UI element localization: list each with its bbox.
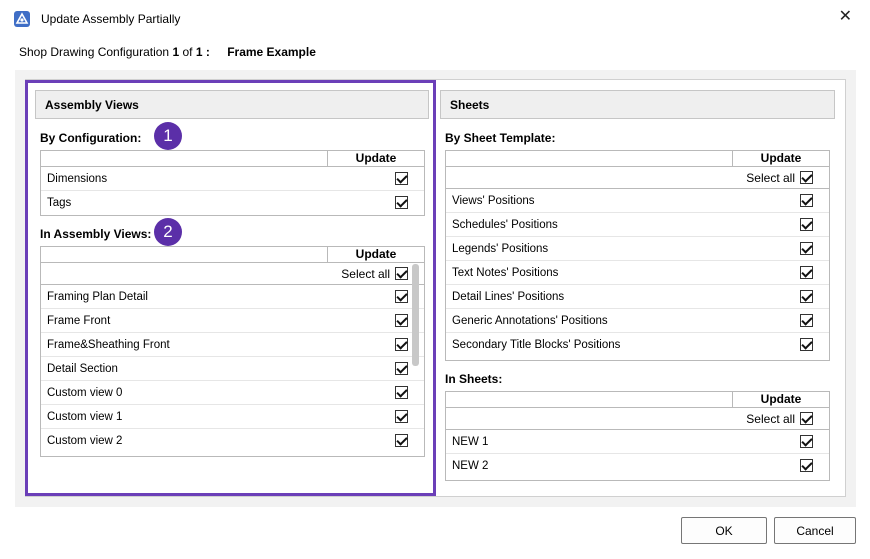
select-all-sheets-checkbox[interactable]: [800, 412, 813, 425]
update-column-header: Update: [327, 247, 424, 262]
select-all-views-checkbox[interactable]: [395, 267, 408, 280]
select-all-label: Select all: [341, 267, 390, 281]
title-bar: Update Assembly Partially ✕: [0, 0, 870, 38]
template-checkbox[interactable]: [800, 194, 813, 207]
update-column-header: Update: [732, 392, 829, 407]
row-label: Detail Lines' Positions: [452, 291, 565, 303]
template-checkbox[interactable]: [800, 242, 813, 255]
config-current: 1: [172, 45, 180, 59]
in-assembly-views-grid: Update Select all Framing Plan Detail Fr…: [40, 246, 425, 457]
template-checkbox[interactable]: [800, 266, 813, 279]
grid-header: Update: [446, 151, 829, 167]
views-scrollbar[interactable]: [412, 264, 419, 366]
row-label: Secondary Title Blocks' Positions: [452, 339, 621, 351]
list-item: Schedules' Positions: [446, 213, 829, 237]
list-item: Legends' Positions: [446, 237, 829, 261]
grid-header: Update: [41, 151, 424, 167]
list-item: Secondary Title Blocks' Positions: [446, 333, 829, 357]
template-checkbox[interactable]: [800, 338, 813, 351]
template-checkbox[interactable]: [800, 218, 813, 231]
list-item: Detail Section: [41, 357, 424, 381]
dimensions-checkbox[interactable]: [395, 172, 408, 185]
row-label: Frame Front: [47, 315, 111, 327]
config-name: Frame Example: [227, 45, 316, 59]
list-item: Dimensions: [41, 167, 424, 191]
row-label: NEW 2: [452, 460, 489, 472]
update-column-header: Update: [732, 151, 829, 166]
grid-header: Update: [446, 392, 829, 408]
list-item: Text Notes' Positions: [446, 261, 829, 285]
row-label: Framing Plan Detail: [47, 291, 148, 303]
row-label: Schedules' Positions: [452, 219, 558, 231]
row-label: Legends' Positions: [452, 243, 549, 255]
row-label: Frame&Sheathing Front: [47, 339, 170, 351]
in-sheets-label: In Sheets:: [445, 372, 503, 386]
view-checkbox[interactable]: [395, 434, 408, 447]
callout-badge-2: 2: [154, 218, 182, 246]
select-all-label: Select all: [746, 171, 795, 185]
view-checkbox[interactable]: [395, 410, 408, 423]
list-item: Tags: [41, 191, 424, 215]
assembly-views-header: Assembly Views: [35, 90, 429, 119]
window-title: Update Assembly Partially: [41, 12, 181, 26]
row-label: Tags: [47, 197, 72, 209]
callout-badge-1: 1: [154, 122, 182, 150]
row-label: Custom view 2: [47, 435, 123, 447]
update-column-header: Update: [327, 151, 424, 166]
list-item: Custom view 1: [41, 405, 424, 429]
ok-button[interactable]: OK: [681, 517, 767, 544]
list-item: Generic Annotations' Positions: [446, 309, 829, 333]
row-label: Dimensions: [47, 173, 108, 185]
sheet-checkbox[interactable]: [800, 435, 813, 448]
row-label: Generic Annotations' Positions: [452, 315, 608, 327]
tags-checkbox[interactable]: [395, 196, 408, 209]
select-all-row: Select all: [41, 263, 424, 285]
select-all-row: Select all: [446, 167, 829, 189]
sheets-header: Sheets: [440, 90, 835, 119]
view-checkbox[interactable]: [395, 338, 408, 351]
sheet-checkbox[interactable]: [800, 459, 813, 472]
list-item: Custom view 0: [41, 381, 424, 405]
config-prefix: Shop Drawing Configuration: [19, 45, 170, 59]
view-checkbox[interactable]: [395, 362, 408, 375]
template-checkbox[interactable]: [800, 290, 813, 303]
row-label: Custom view 0: [47, 387, 123, 399]
list-item: Detail Lines' Positions: [446, 285, 829, 309]
template-checkbox[interactable]: [800, 314, 813, 327]
view-checkbox[interactable]: [395, 386, 408, 399]
row-label: Detail Section: [47, 363, 118, 375]
list-item: Frame&Sheathing Front: [41, 333, 424, 357]
select-all-label: Select all: [746, 412, 795, 426]
list-item: Custom view 2: [41, 429, 424, 453]
row-label: Text Notes' Positions: [452, 267, 559, 279]
close-icon[interactable]: ✕: [839, 9, 852, 25]
by-sheet-template-label: By Sheet Template:: [445, 131, 556, 145]
row-label: Custom view 1: [47, 411, 123, 423]
view-checkbox[interactable]: [395, 314, 408, 327]
list-item: Views' Positions: [446, 189, 829, 213]
grid-header: Update: [41, 247, 424, 263]
configuration-indicator: Shop Drawing Configuration 1 of 1 : Fram…: [19, 45, 316, 59]
config-total: 1 :: [195, 45, 210, 59]
list-item: NEW 2: [446, 454, 829, 478]
by-configuration-label: By Configuration:: [40, 131, 142, 145]
app-logo-icon: [14, 11, 30, 27]
cancel-button[interactable]: Cancel: [774, 517, 856, 544]
row-label: NEW 1: [452, 436, 489, 448]
select-all-template-checkbox[interactable]: [800, 171, 813, 184]
config-of: of: [182, 45, 193, 59]
view-checkbox[interactable]: [395, 290, 408, 303]
row-label: Views' Positions: [452, 195, 535, 207]
by-configuration-grid: Update Dimensions Tags: [40, 150, 425, 216]
list-item: NEW 1: [446, 430, 829, 454]
in-assembly-views-label: In Assembly Views:: [40, 227, 152, 241]
by-sheet-template-grid: Update Select all Views' Positions Sched…: [445, 150, 830, 361]
list-item: Frame Front: [41, 309, 424, 333]
select-all-row: Select all: [446, 408, 829, 430]
in-sheets-grid: Update Select all NEW 1 NEW 2: [445, 391, 830, 481]
list-item: Framing Plan Detail: [41, 285, 424, 309]
